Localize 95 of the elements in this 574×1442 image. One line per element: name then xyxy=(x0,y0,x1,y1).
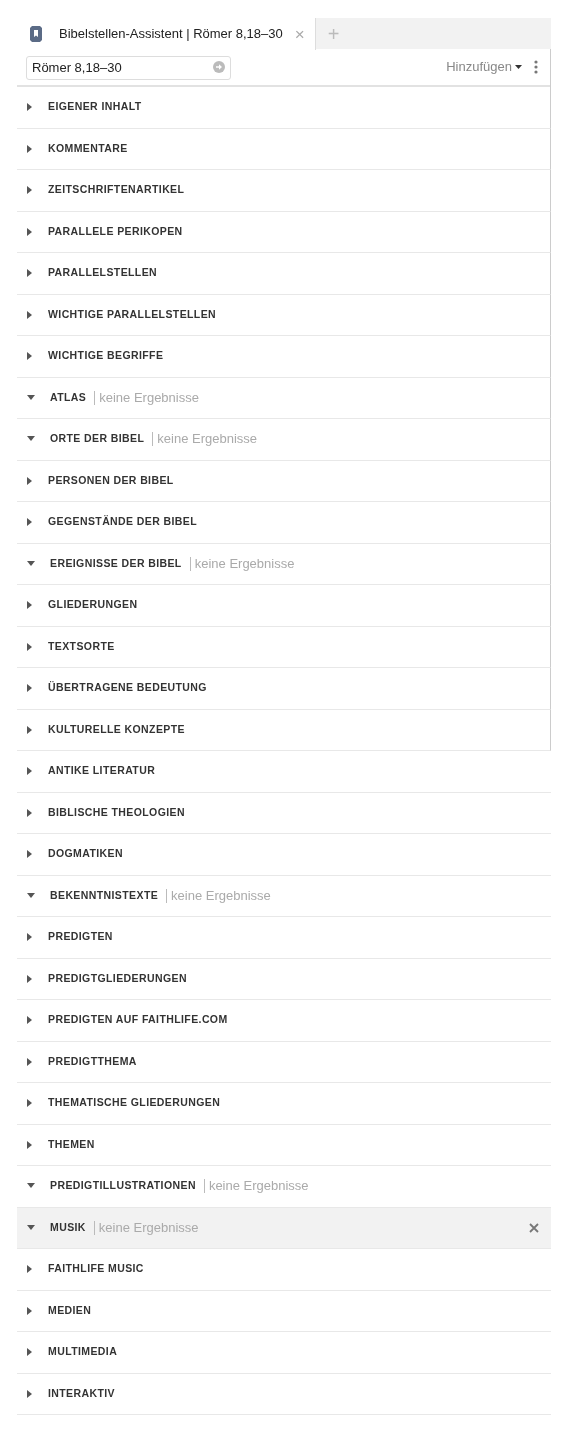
no-results-note: keine Ergebnisse xyxy=(203,1179,309,1194)
section-row[interactable]: ZEITSCHRIFTENARTIKEL xyxy=(17,170,551,212)
no-results-note: keine Ergebnisse xyxy=(166,888,271,903)
caret-right-icon xyxy=(27,601,33,610)
section-title: BIBLISCHE THEOLOGIEN xyxy=(48,804,185,820)
caret-down-icon xyxy=(27,394,35,401)
no-results-note: keine Ergebnisse xyxy=(152,432,257,447)
section-row[interactable]: MUSIK keine Ergebnisse xyxy=(17,1207,551,1249)
section-row[interactable]: KOMMENTARE xyxy=(17,128,551,170)
caret-right-icon xyxy=(27,1016,33,1025)
section-row[interactable]: WICHTIGE BEGRIFFE xyxy=(17,336,551,378)
section-title: ÜBERTRAGENE BEDEUTUNG xyxy=(48,680,207,696)
tab[interactable]: Bibelstellen-Assistent | Römer 8,18–30 × xyxy=(17,18,316,50)
section-title: PREDIGTEN AUF FAITHLIFE.COM xyxy=(48,1012,228,1028)
section-title: PARALLELSTELLEN xyxy=(48,265,158,281)
section-title: PREDIGTGLIEDERUNGEN xyxy=(48,970,187,986)
no-results-note: keine Ergebnisse xyxy=(93,1220,199,1235)
caret-down-icon xyxy=(27,560,35,567)
caret-down-icon xyxy=(27,892,35,899)
caret-down-icon xyxy=(27,1224,35,1231)
caret-right-icon xyxy=(27,1265,33,1274)
section-title: ORTE DER BIBEL xyxy=(50,431,145,447)
section-title: BEKENNTNISTEXTE xyxy=(50,887,159,903)
section-title: FAITHLIFE MUSIC xyxy=(48,1261,144,1277)
section-title: GEGENSTÄNDE DER BIBEL xyxy=(48,514,197,530)
section-title: EREIGNISSE DER BIBEL xyxy=(50,555,182,571)
section-row[interactable]: ÜBERTRAGENE BEDEUTUNG xyxy=(17,668,551,710)
section-title: ZEITSCHRIFTENARTIKEL xyxy=(48,182,185,198)
section-title: PREDIGTEN xyxy=(48,929,113,945)
section-row[interactable]: EREIGNISSE DER BIBEL keine Ergebnisse xyxy=(17,543,551,585)
book-icon xyxy=(29,26,43,42)
section-title: THEMATISCHE GLIEDERUNGEN xyxy=(48,1095,221,1111)
caret-right-icon xyxy=(27,518,33,527)
add-dropdown[interactable]: Hinzufügen xyxy=(446,57,522,77)
section-row[interactable]: GLIEDERUNGEN xyxy=(17,585,551,627)
section-title: KULTURELLE KONZEPTE xyxy=(48,721,185,737)
caret-down-icon xyxy=(27,436,35,443)
caret-down-icon xyxy=(27,1183,35,1190)
section-row[interactable]: PARALLELSTELLEN xyxy=(17,253,551,295)
more-menu-icon[interactable] xyxy=(534,60,538,74)
caret-right-icon xyxy=(27,227,33,236)
section-title: TEXTSORTE xyxy=(48,638,115,654)
section-title: EIGENER INHALT xyxy=(48,99,142,115)
section-title: PERSONEN DER BIBEL xyxy=(48,472,174,488)
caret-right-icon xyxy=(27,103,33,112)
section-title: MULTIMEDIA xyxy=(48,1344,118,1360)
section-title: WICHTIGE PARALLELSTELLEN xyxy=(48,306,217,322)
section-title: PREDIGTILLUSTRATIONEN xyxy=(50,1178,196,1194)
section-title: PARALLELE PERIKOPEN xyxy=(48,223,183,239)
caret-right-icon xyxy=(27,808,33,817)
section-title: PREDIGTTHEMA xyxy=(48,1053,137,1069)
section-title: DOGMATIKEN xyxy=(48,846,123,862)
section-row[interactable]: EIGENER INHALT xyxy=(17,87,551,129)
section-row[interactable]: GEGENSTÄNDE DER BIBEL xyxy=(17,502,551,544)
caret-right-icon xyxy=(27,684,33,693)
caret-right-icon xyxy=(27,974,33,983)
caret-right-icon xyxy=(27,186,33,195)
tab-title: Bibelstellen-Assistent | Römer 8,18–30 xyxy=(59,25,283,44)
caret-right-icon xyxy=(27,642,33,651)
section-title: ATLAS xyxy=(50,389,87,405)
caret-right-icon xyxy=(27,310,33,319)
section-row[interactable]: PERSONEN DER BIBEL xyxy=(17,460,551,502)
caret-right-icon xyxy=(27,767,33,776)
section-title: ANTIKE LITERATUR xyxy=(48,763,156,779)
caret-right-icon xyxy=(27,476,33,485)
section-title: MEDIEN xyxy=(48,1302,92,1318)
caret-right-icon xyxy=(27,1306,33,1315)
caret-right-icon xyxy=(27,1057,33,1066)
caret-right-icon xyxy=(27,1389,33,1398)
section-row[interactable]: ATLAS keine Ergebnisse xyxy=(17,377,551,419)
caret-right-icon xyxy=(27,725,33,734)
reference-field[interactable]: Römer 8,18–30 xyxy=(26,55,231,80)
section-row[interactable]: TEXTSORTE xyxy=(17,626,551,668)
caret-right-icon xyxy=(27,850,33,859)
section-title: KOMMENTARE xyxy=(48,140,128,156)
section-row[interactable]: PARALLELE PERIKOPEN xyxy=(17,211,551,253)
section-row[interactable]: KULTURELLE KONZEPTE xyxy=(17,709,551,751)
section-title: WICHTIGE BEGRIFFE xyxy=(48,348,164,364)
caret-down-icon xyxy=(515,64,522,70)
close-icon[interactable] xyxy=(529,1222,539,1233)
caret-right-icon xyxy=(27,144,33,153)
caret-right-icon xyxy=(27,1348,33,1357)
caret-right-icon xyxy=(27,352,33,361)
section-title: INTERAKTIV xyxy=(48,1385,115,1401)
no-results-note: keine Ergebnisse xyxy=(94,390,199,405)
caret-right-icon xyxy=(27,933,33,942)
no-results-note: keine Ergebnisse xyxy=(189,556,295,571)
caret-right-icon xyxy=(27,1099,33,1108)
section-row[interactable]: ORTE DER BIBEL keine Ergebnisse xyxy=(17,419,551,461)
section-title: GLIEDERUNGEN xyxy=(48,597,138,613)
section-title: THEMEN xyxy=(48,1136,95,1152)
section-title: MUSIK xyxy=(50,1219,86,1235)
caret-right-icon xyxy=(27,1140,33,1149)
caret-right-icon xyxy=(27,269,33,278)
section-row[interactable]: WICHTIGE PARALLELSTELLEN xyxy=(17,294,551,336)
